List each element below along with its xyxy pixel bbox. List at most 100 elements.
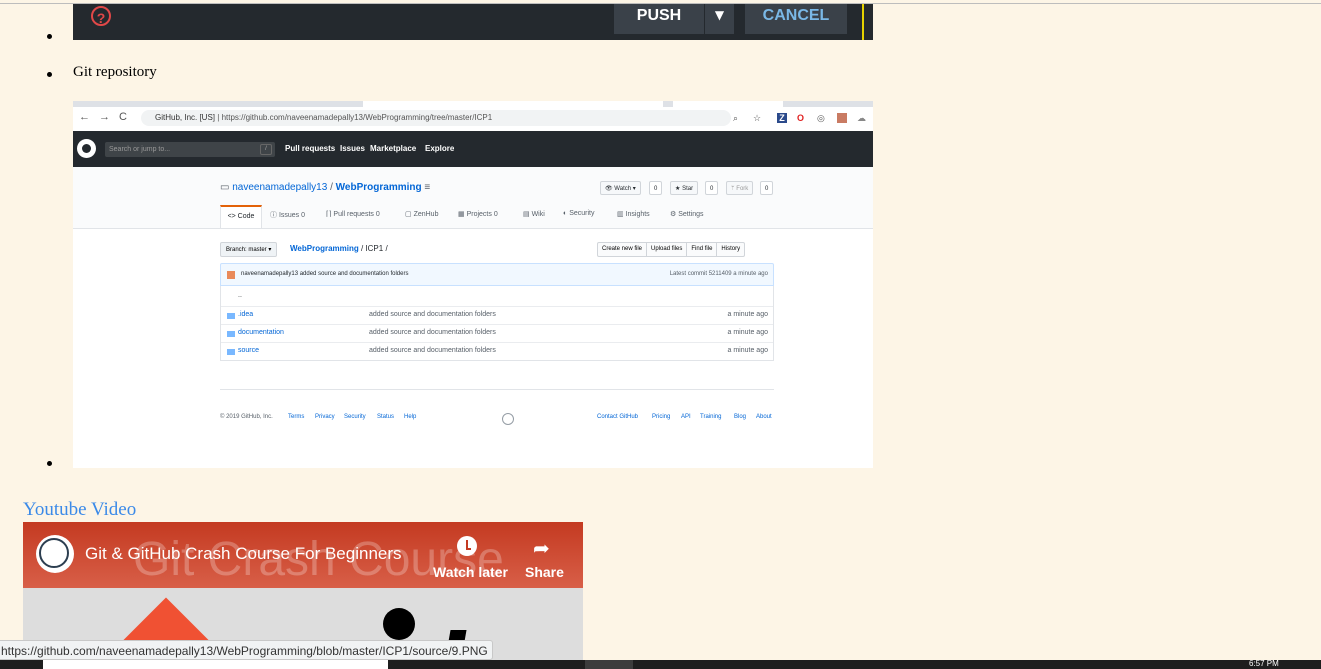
site-identity: GitHub, Inc. [US] — [155, 113, 216, 122]
tab-insights: ▥ Insights — [617, 211, 650, 218]
url-text: https://github.com/naveenamadepally13/We… — [221, 113, 493, 122]
github-footer-logo-icon — [502, 413, 514, 425]
header-nav-marketplace: Marketplace — [370, 144, 417, 153]
table-row: documentation added source and documenta… — [221, 324, 773, 343]
tab-projects: ▦ Projects 0 — [458, 211, 498, 218]
star-icon: ★ — [675, 186, 681, 192]
list-bullet — [47, 461, 52, 466]
latest-commit-bar: naveenamadepally13 added source and docu… — [220, 263, 774, 286]
folder-icon — [227, 331, 235, 337]
list-bullet — [47, 72, 52, 77]
taskbar-clock: 6:57 PM — [1249, 659, 1279, 668]
footer-link-privacy: Privacy — [315, 414, 335, 420]
chevron-down-icon: ▼ — [704, 4, 734, 34]
file-commit-message: added source and documentation folders — [369, 347, 496, 354]
eye-icon: 👁 — [605, 186, 613, 192]
folder-icon — [227, 349, 235, 355]
youtube-video-link[interactable]: Youtube Video — [23, 499, 136, 521]
watch-count: 0 — [649, 181, 663, 195]
list-item-git-repository: Git repository — [73, 64, 157, 80]
extension-z-icon: Z — [777, 113, 787, 123]
footer-link-about: About — [756, 414, 772, 420]
commit-dialog-screenshot: ? PUSH ▼ CANCEL — [73, 4, 873, 40]
tab-wiki: ▤ Wiki — [523, 211, 545, 218]
clock-icon[interactable] — [457, 536, 477, 556]
share-arrow-icon[interactable]: ➦ — [533, 536, 550, 560]
taskbar: 6:57 PM — [0, 660, 1321, 669]
breadcrumb-path: / ICP1 / — [360, 244, 388, 253]
file-age: a minute ago — [727, 329, 768, 336]
bookmark-star-icon: ☆ — [753, 113, 762, 123]
file-name: .idea — [238, 311, 254, 318]
file-actions: Create new file Upload files Find file H… — [597, 242, 746, 257]
slash-key-hint: / — [260, 144, 272, 155]
avatar — [227, 271, 235, 279]
github-header: Search or jump to... / Pull requests Iss… — [73, 131, 873, 167]
fork-count: 0 — [760, 181, 774, 195]
footer-copyright: © 2019 GitHub, Inc. — [220, 414, 273, 420]
table-row: source added source and documentation fo… — [221, 342, 773, 361]
file-commit-message: added source and documentation folders — [369, 329, 496, 336]
repo-name: WebProgramming — [335, 182, 422, 193]
tab-pull-requests: ⌈⌉ Pull requests 0 — [326, 211, 380, 218]
table-row: .idea added source and documentation fol… — [221, 306, 773, 325]
fork-button: ᛘ Fork — [726, 181, 754, 195]
extension-cloud-icon: ☁ — [857, 113, 866, 123]
list-bullet — [47, 34, 52, 39]
address-url: GitHub, Inc. [US] | https://github.com/n… — [141, 110, 731, 126]
footer-link-api: API — [681, 414, 691, 420]
footer-link-pricing: Pricing — [652, 414, 671, 420]
header-nav-explore: Explore — [425, 144, 455, 153]
tab-security: ◐ Security — [563, 210, 595, 217]
zoom-icon: ⌕ — [733, 113, 739, 123]
repo-title: ▭ naveenamadepally13 / WebProgramming ≡ — [220, 182, 431, 193]
file-name: documentation — [238, 329, 284, 336]
upload-files-button: Upload files — [647, 243, 688, 256]
parent-dir-link: .. — [238, 292, 242, 299]
repo-header: ▭ naveenamadepally13 / WebProgramming ≡ … — [73, 167, 873, 229]
footer-link-blog: Blog — [734, 414, 747, 420]
footer-link-training: Training — [700, 414, 722, 420]
star-button: ★ Star — [670, 181, 699, 195]
footer-link-status: Status — [377, 414, 395, 420]
footer-link-terms: Terms — [288, 414, 305, 420]
commit-message: naveenamadepally13 added source and docu… — [241, 271, 409, 277]
cursor-line — [862, 4, 864, 40]
extension-image-icon — [837, 113, 847, 123]
list-item: .. — [221, 288, 773, 306]
share-button[interactable]: Share — [525, 564, 564, 580]
menu-lines-icon: ≡ — [424, 182, 431, 193]
taskbar-app-button[interactable] — [585, 660, 633, 669]
file-age: a minute ago — [727, 311, 768, 318]
taskbar-search-box[interactable] — [43, 660, 388, 669]
header-nav-pull-requests: Pull requests — [285, 144, 336, 153]
branch-select: Branch: master ▾ — [220, 242, 278, 257]
forward-arrow-icon: → — [99, 111, 110, 123]
footer-link-contact: Contact GitHub — [597, 414, 639, 420]
file-commit-message: added source and documentation folders — [369, 311, 496, 318]
tab-issues: ⓘ Issues 0 — [270, 212, 306, 219]
extension-gear-icon: ◎ — [817, 113, 825, 123]
watch-later-button[interactable]: Watch later — [433, 564, 508, 580]
create-file-button: Create new file — [598, 243, 648, 256]
file-list: .. .idea added source and documentation … — [220, 286, 774, 361]
file-name: source — [238, 347, 260, 354]
reload-icon: C — [119, 111, 127, 123]
breadcrumb: WebProgramming / ICP1 / — [290, 244, 388, 253]
fork-icon: ᛘ — [731, 186, 735, 192]
cancel-button: CANCEL — [745, 4, 847, 34]
github-repo-screenshot: ← → C GitHub, Inc. [US] | https://github… — [73, 101, 873, 468]
footer-link-security: Security — [344, 414, 366, 420]
repo-owner: naveenamadepally13 — [232, 182, 328, 193]
repo-icon: ▭ — [220, 182, 230, 193]
tab-code: <> Code — [220, 205, 262, 228]
back-arrow-icon: ← — [79, 111, 90, 123]
channel-avatar[interactable] — [36, 535, 74, 573]
github-search-input: Search or jump to... / — [105, 142, 275, 157]
status-bar-url: https://github.com/naveenamadepally13/We… — [0, 640, 493, 660]
watch-button: 👁 Watch ▾ — [600, 181, 641, 195]
footer-divider — [220, 389, 774, 390]
history-button: History — [721, 246, 741, 252]
video-title[interactable]: Git & GitHub Crash Course For Beginners — [85, 544, 402, 564]
breadcrumb-repo: WebProgramming — [290, 244, 359, 253]
